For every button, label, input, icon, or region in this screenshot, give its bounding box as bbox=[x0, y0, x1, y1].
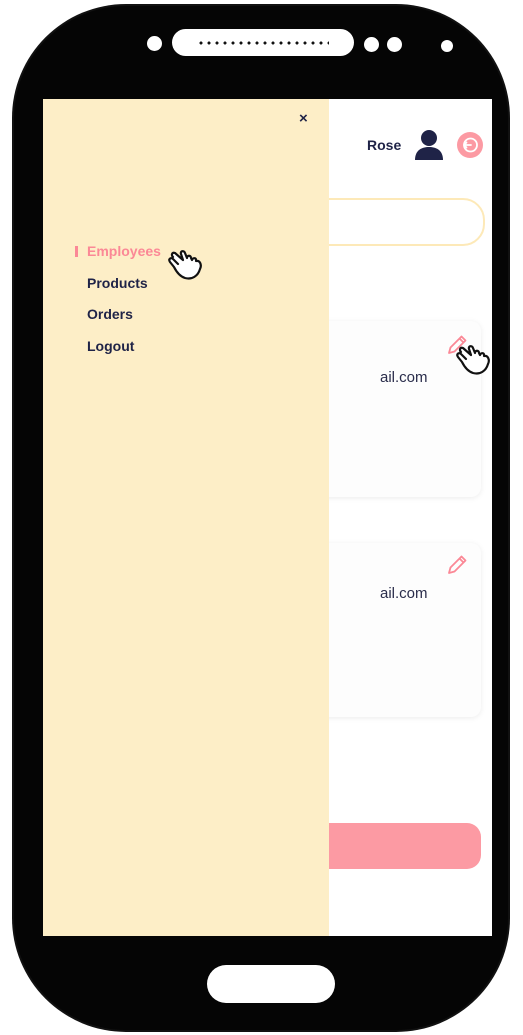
menu-item-products[interactable]: Products bbox=[75, 273, 161, 305]
employee-email: ail.com bbox=[380, 369, 428, 386]
menu-item-label: Logout bbox=[87, 337, 135, 354]
hand-pointer-icon bbox=[456, 345, 490, 375]
active-indicator bbox=[75, 246, 78, 257]
speaker-holes bbox=[197, 40, 329, 45]
user-name: Rose bbox=[367, 137, 402, 153]
front-camera-icon bbox=[147, 36, 162, 51]
sensor-icon bbox=[387, 37, 402, 52]
stage: Rose ail.com ail.com × Employees Product… bbox=[0, 0, 523, 1035]
hand-pointer-icon bbox=[168, 250, 202, 280]
phone-screen: Rose ail.com ail.com × Employees Product… bbox=[43, 99, 492, 936]
menu-item-label: Orders bbox=[87, 306, 133, 322]
side-drawer: × Employees Products Orders Logout bbox=[43, 99, 329, 936]
user-icon[interactable] bbox=[414, 129, 444, 161]
pencil-icon[interactable] bbox=[446, 554, 468, 576]
sensor-icon bbox=[441, 40, 453, 52]
menu-item-logout[interactable]: Logout bbox=[75, 336, 161, 368]
menu-item-label: Products bbox=[87, 274, 148, 291]
drawer-menu: Employees Products Orders Logout bbox=[75, 241, 161, 367]
home-button[interactable] bbox=[207, 965, 335, 1003]
menu-item-orders[interactable]: Orders bbox=[75, 304, 161, 336]
logout-icon[interactable] bbox=[457, 132, 483, 158]
menu-item-label: Employees bbox=[87, 243, 161, 259]
sensor-icon bbox=[364, 37, 379, 52]
employee-email: ail.com bbox=[380, 585, 428, 602]
speaker-grill bbox=[172, 29, 354, 56]
menu-item-employees[interactable]: Employees bbox=[75, 241, 161, 273]
close-icon[interactable]: × bbox=[299, 111, 308, 126]
